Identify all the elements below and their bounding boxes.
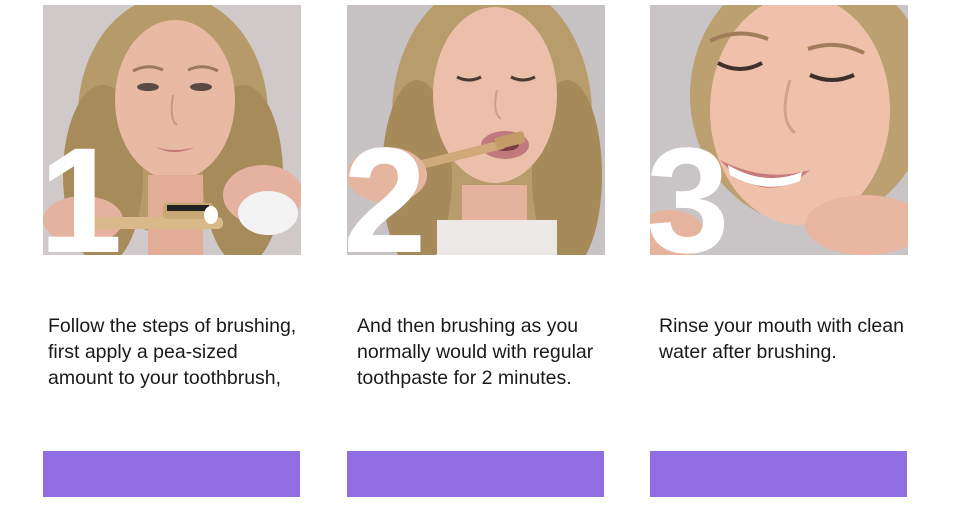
step-3-photo: 3 — [650, 5, 908, 255]
step-1-number: 1 — [43, 116, 122, 255]
steps-page: 1 Follow the steps of brushing, first ap… — [0, 0, 960, 521]
step-2: 2 And then brushing as you normally woul… — [347, 5, 605, 497]
step-1-photo: 1 — [43, 5, 301, 255]
step-2-photo: 2 — [347, 5, 605, 255]
step-2-number: 2 — [347, 116, 426, 255]
step-1: 1 Follow the steps of brushing, first ap… — [43, 5, 301, 497]
step-3: 3 Rinse your mouth with clean water afte… — [650, 5, 908, 497]
step-3-bar — [650, 451, 907, 497]
step-2-bar — [347, 451, 604, 497]
step-1-caption: Follow the steps of brushing, first appl… — [48, 315, 297, 389]
step-3-number: 3 — [650, 116, 729, 255]
step-3-caption: Rinse your mouth with clean water after … — [659, 315, 904, 363]
step-1-bar — [43, 451, 300, 497]
step-2-caption: And then brushing as you normally would … — [357, 315, 594, 389]
